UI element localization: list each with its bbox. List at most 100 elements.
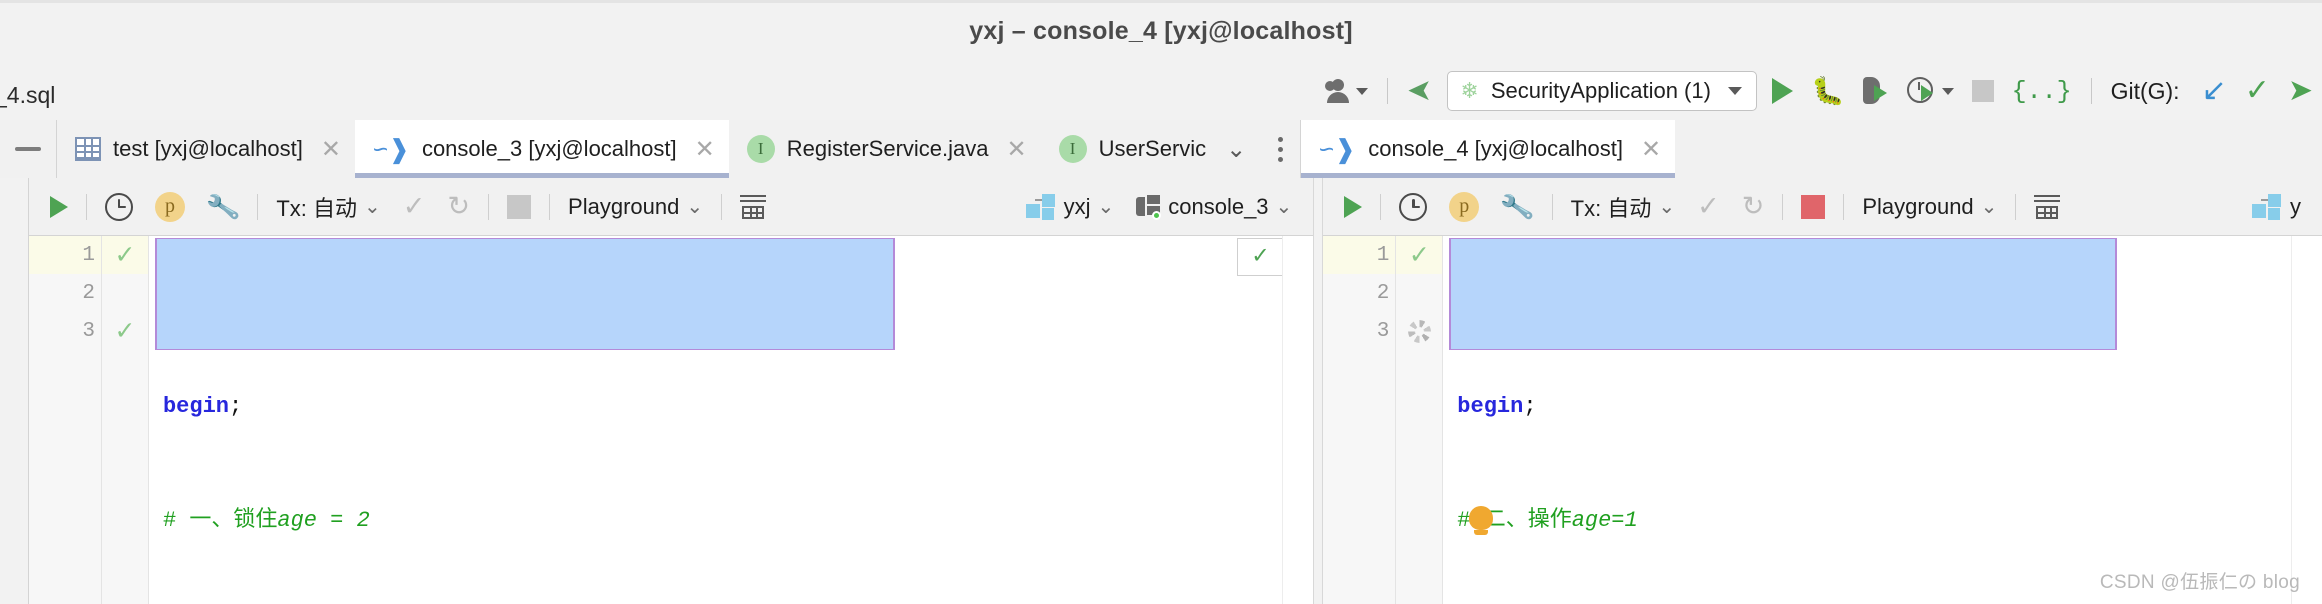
console-4-editor[interactable]: 1 2 3 ✓ begin; # 二、操作age=1 update test s… <box>1323 236 2322 604</box>
schema-selector[interactable]: Playground ⌄ <box>557 178 714 236</box>
execute-button[interactable] <box>1333 178 1373 236</box>
run-with-coverage-button[interactable] <box>1854 62 1898 120</box>
success-check-icon: ✓ <box>1252 242 1268 271</box>
debug-button[interactable]: 🐛 <box>1802 62 1854 120</box>
build-project-button[interactable]: ➤ <box>1398 62 1441 120</box>
history-button[interactable] <box>94 178 144 236</box>
success-check-icon: ✓ <box>114 241 136 269</box>
java-interface-icon: I <box>746 135 775 163</box>
stop-button[interactable] <box>1963 62 2003 120</box>
rollback-button[interactable]: ↻ <box>436 178 481 236</box>
git-commit-button[interactable]: ✓ <box>2236 62 2279 120</box>
line-number: 2 <box>1376 281 1390 305</box>
line-number: 1 <box>1323 236 1396 274</box>
tx-mode-label: Tx: 自动 <box>1570 195 1652 221</box>
tx-mode-selector[interactable]: Tx: 自动 ⌄ <box>265 178 391 236</box>
commit-button[interactable]: ✓ <box>392 178 437 236</box>
chevron-down-icon <box>1356 87 1369 95</box>
editor-tab-user-service[interactable]: I UserServic ⌄ <box>1041 120 1261 178</box>
session-icon <box>1136 194 1162 220</box>
stop-query-button[interactable] <box>1790 178 1836 236</box>
mysql-dolphin-icon: ❰~ <box>1319 134 1357 164</box>
chevron-down-icon <box>1941 87 1954 95</box>
sql-code-area[interactable]: begin; # 二、操作age=1 update test set age =… <box>1443 236 2322 604</box>
editor-tab-console-3[interactable]: ❰~ console_3 [yxj@localhost] ✕ <box>354 120 729 178</box>
success-check-icon: ✓ <box>114 317 136 345</box>
users-button[interactable] <box>1316 62 1377 120</box>
run-configuration-selector[interactable]: ❄ SecurityApplication (1) <box>1447 71 1757 111</box>
run-icon <box>1771 78 1793 104</box>
chevron-down-icon: ⌄ <box>1097 196 1115 218</box>
divider <box>2015 193 2017 220</box>
java-interface-icon: I <box>1058 135 1087 163</box>
title-bar: yxj – console_4 [yxj@localhost] <box>0 0 2322 63</box>
history-clock-icon <box>1399 192 1428 221</box>
editor-tab-label: console_3 [yxj@localhost] <box>421 136 677 161</box>
editor-tab-console-4[interactable]: ❰~ console_4 [yxj@localhost] ✕ <box>1301 120 1676 178</box>
parameters-button[interactable]: p <box>1438 178 1490 236</box>
console-settings-button[interactable]: 🔧 <box>1490 178 1544 236</box>
parameters-button[interactable]: p <box>144 178 196 236</box>
commit-check-icon: ✓ <box>1697 191 1720 221</box>
line-number: 1 <box>28 236 101 274</box>
history-clock-icon <box>104 192 133 221</box>
git-update-button[interactable]: ↙ <box>2193 62 2236 120</box>
close-icon[interactable]: ✕ <box>1006 135 1026 164</box>
editor-tab-register-service[interactable]: I RegisterService.java ✕ <box>729 120 1041 178</box>
editor-right-margin <box>2291 236 2322 604</box>
console-4-pane: p 🔧 Tx: 自动 ⌄ ✓ ↻ Playground ⌄ y 1 2 3 ✓ … <box>1323 178 2322 604</box>
divider <box>1551 193 1553 220</box>
editor-tabs-bar: test [yxj@localhost] ✕ ❰~ console_3 [yxj… <box>0 120 2322 179</box>
hide-tabs-button[interactable] <box>0 120 56 178</box>
run-configuration-label: SecurityApplication (1) <box>1490 78 1711 103</box>
close-icon[interactable]: ✕ <box>1641 135 1661 164</box>
history-button[interactable] <box>1388 178 1438 236</box>
running-spinner-icon <box>1407 319 1431 343</box>
rollback-button[interactable]: ↻ <box>1731 178 1776 236</box>
parameters-icon: p <box>1449 191 1480 222</box>
editor-tab-label: UserServic <box>1098 136 1207 161</box>
close-icon[interactable]: ✕ <box>695 135 715 164</box>
close-icon[interactable]: ✕ <box>321 135 341 164</box>
console-3-editor[interactable]: 1 2 3 ✓ ✓ begin; # 一、锁住age = 2 select * … <box>28 236 1314 604</box>
success-check-icon: ✓ <box>1408 241 1430 269</box>
session-label: console_3 <box>1168 193 1269 219</box>
push-icon: ➤ <box>2287 74 2313 107</box>
update-project-icon: ↙ <box>2201 74 2227 107</box>
stop-icon-red <box>1801 194 1826 219</box>
data-grid-button[interactable] <box>2023 178 2071 236</box>
session-selector[interactable]: console_3 ⌄ <box>1125 178 1303 236</box>
statement-status: ✓ <box>102 312 148 350</box>
chevron-down-icon: ⌄ <box>1658 196 1676 218</box>
database-selector[interactable]: yxj ⌄ <box>1015 178 1126 236</box>
run-button[interactable] <box>1763 62 1802 120</box>
breadcrumb-file-name: _4.sql <box>0 82 56 108</box>
git-push-button[interactable]: ➤ <box>2279 62 2322 120</box>
sql-code-area[interactable]: begin; # 一、锁住age = 2 select * from test … <box>149 236 1314 604</box>
code-line-1: begin; <box>1457 394 1537 419</box>
database-selector[interactable]: y <box>2241 178 2312 236</box>
editor-tab-test[interactable]: test [yxj@localhost] ✕ <box>57 120 355 178</box>
run-icon <box>49 195 68 218</box>
tx-mode-selector[interactable]: Tx: 自动 ⌄ <box>1560 178 1686 236</box>
chevron-down-icon[interactable]: ⌄ <box>1226 135 1246 164</box>
run-icon <box>1344 195 1363 218</box>
main-toolbar-right-group: ➤ ❄ SecurityApplication (1) 🐛 {..} Git(G… <box>1316 62 2322 120</box>
divider <box>1380 193 1382 220</box>
console-panes: p 🔧 Tx: 自动 ⌄ ✓ ↻ Playground ⌄ yxj ⌄ cons… <box>0 178 2322 604</box>
more-options-icon[interactable] <box>1260 120 1300 178</box>
console-3-toolbar: p 🔧 Tx: 自动 ⌄ ✓ ↻ Playground ⌄ yxj ⌄ cons… <box>28 178 1314 236</box>
intention-bulb-icon[interactable] <box>1469 506 1494 535</box>
profile-button[interactable] <box>1898 62 1963 120</box>
title-bar-top-edge <box>0 0 2322 3</box>
execute-button[interactable] <box>39 178 79 236</box>
wrench-icon: 🔧 <box>1498 188 1537 225</box>
commit-button[interactable]: ✓ <box>1686 178 1731 236</box>
data-grid-button[interactable] <box>729 178 777 236</box>
console-settings-button[interactable]: 🔧 <box>196 178 250 236</box>
schema-selector[interactable]: Playground ⌄ <box>1851 178 2008 236</box>
stop-query-button[interactable] <box>496 178 542 236</box>
services-button[interactable]: {..} <box>2003 62 2081 120</box>
pane-splitter[interactable] <box>1313 178 1324 604</box>
divider <box>488 193 490 220</box>
